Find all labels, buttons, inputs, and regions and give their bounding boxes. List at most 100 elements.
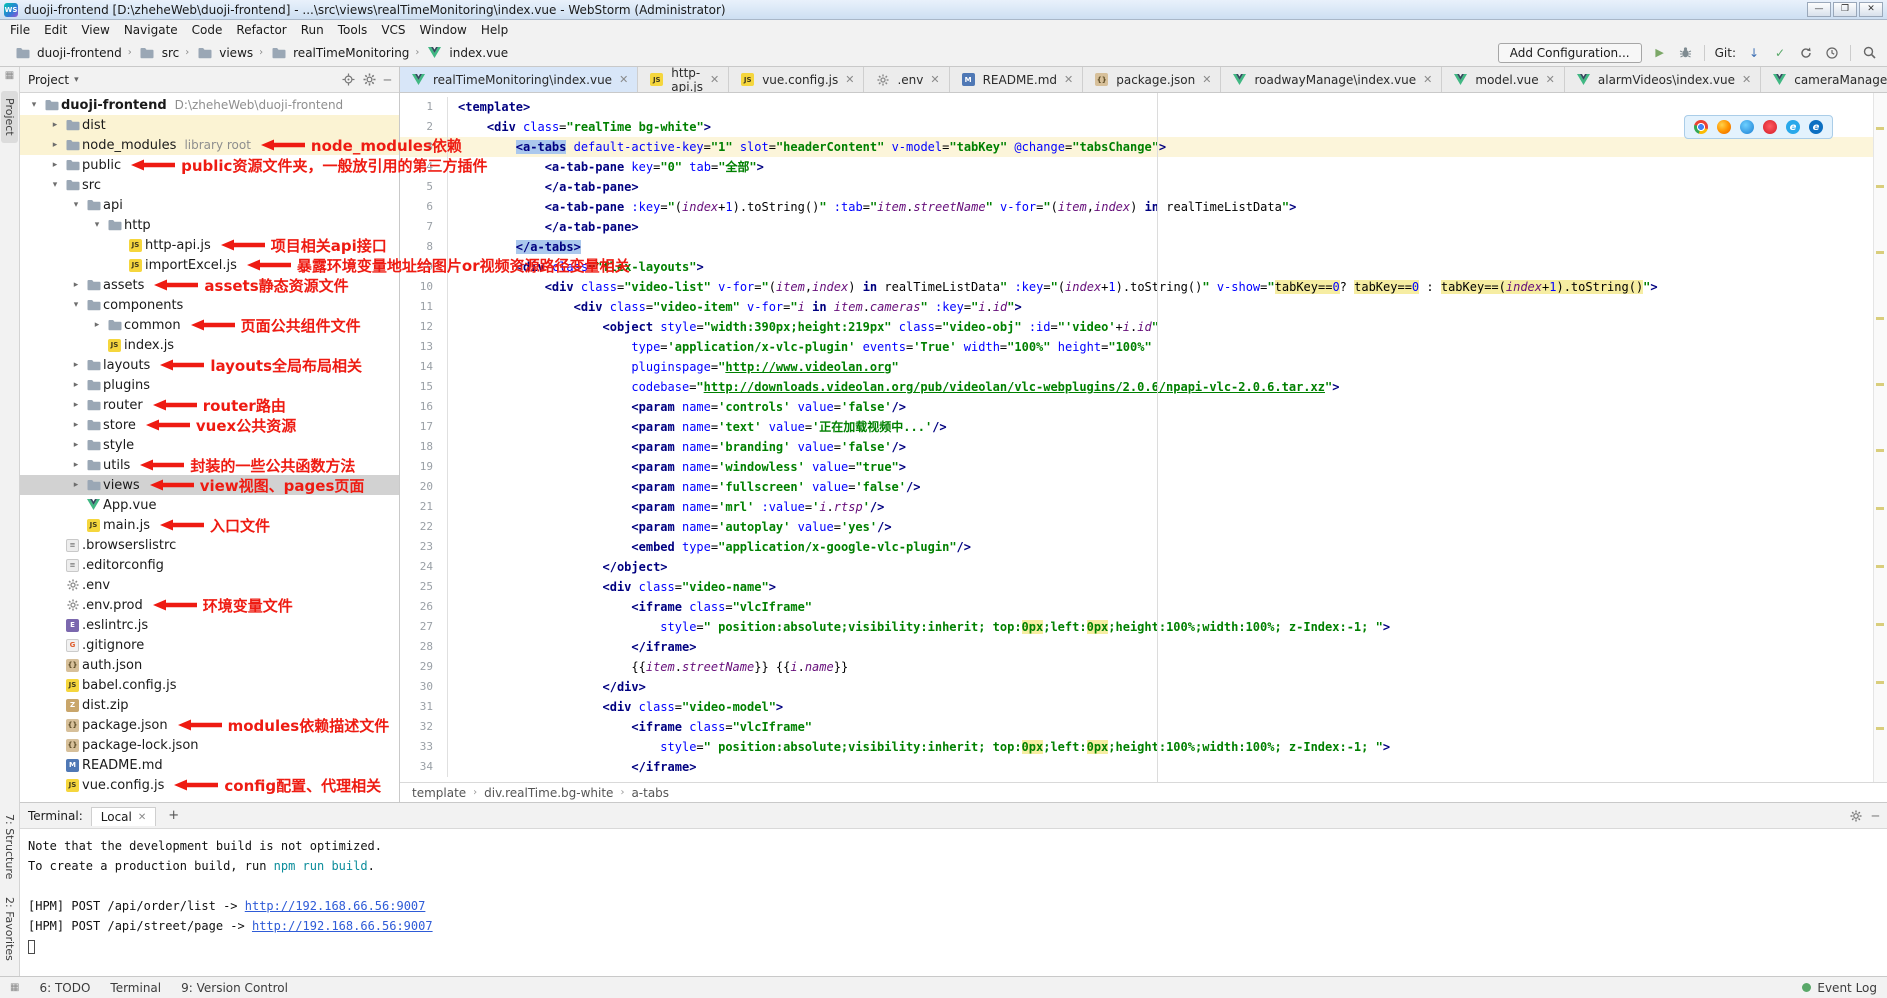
stripe-structure-button[interactable]: 7: Structure — [1, 807, 18, 886]
code-line[interactable]: 20 <param name='fullscreen' value='false… — [400, 477, 1887, 497]
code-line[interactable]: 2 <div class="realTime bg-white"> — [400, 117, 1887, 137]
editor-tab[interactable]: cameraManage\index.vue✕ — [1761, 67, 1887, 92]
menu-help[interactable]: Help — [474, 22, 515, 38]
tree-item-components[interactable]: ▾components — [20, 295, 399, 315]
tree-item-packagejson[interactable]: {}package.jsonmodules依赖描述文件 — [20, 715, 399, 735]
chevron-collapsed-icon[interactable]: ▸ — [68, 280, 84, 290]
tree-item-api[interactable]: ▾api — [20, 195, 399, 215]
stripe-project-button[interactable]: Project — [1, 91, 18, 143]
tree-item-authjson[interactable]: {}auth.json — [20, 655, 399, 675]
close-icon[interactable]: ✕ — [138, 812, 146, 823]
tree-item-babelconfigjs[interactable]: JSbabel.config.js — [20, 675, 399, 695]
code-line[interactable]: 33 style=" position:absolute;visibility:… — [400, 737, 1887, 757]
editor-tab[interactable]: realTimeMonitoring\index.vue✕ — [400, 67, 638, 92]
code-line[interactable]: 30 </div> — [400, 677, 1887, 697]
chevron-expanded-icon[interactable]: ▾ — [26, 100, 42, 110]
tree-item-style[interactable]: ▸style — [20, 435, 399, 455]
chevron-expanded-icon[interactable]: ▾ — [68, 300, 84, 310]
tree-item-gitignore[interactable]: G.gitignore — [20, 635, 399, 655]
tree-item-layouts[interactable]: ▸layoutslayouts全局布局相关 — [20, 355, 399, 375]
tree-item-Appvue[interactable]: App.vue — [20, 495, 399, 515]
chevron-collapsed-icon[interactable]: ▸ — [68, 420, 84, 430]
editor-tab[interactable]: .env✕ — [864, 67, 949, 92]
menu-run[interactable]: Run — [294, 22, 331, 38]
menu-window[interactable]: Window — [413, 22, 474, 38]
edge-browser-icon[interactable]: e — [1809, 120, 1823, 134]
close-tab-icon[interactable]: ✕ — [845, 73, 854, 86]
close-tab-icon[interactable]: ✕ — [930, 73, 939, 86]
code-line[interactable]: 3 <a-tabs default-active-key="1" slot="h… — [400, 137, 1887, 157]
code-line[interactable]: 1<template> — [400, 97, 1887, 117]
close-tab-icon[interactable]: ✕ — [1546, 73, 1555, 86]
tree-item-public[interactable]: ▸publicpublic资源文件夹，一般放引用的第三方插件 — [20, 155, 399, 175]
editor-tab[interactable]: JShttp-api.js✕ — [638, 67, 729, 92]
chevron-collapsed-icon[interactable]: ▸ — [68, 460, 84, 470]
tree-item-assets[interactable]: ▸assetsassets静态资源文件 — [20, 275, 399, 295]
tree-item-node_modules[interactable]: ▸node_moduleslibrary rootnode_modules依赖 — [20, 135, 399, 155]
code-line[interactable]: 7 </a-tab-pane> — [400, 217, 1887, 237]
tool-windows-icon[interactable]: ▦ — [5, 70, 14, 81]
editor-tab[interactable]: model.vue✕ — [1442, 67, 1565, 92]
code-line[interactable]: 26 <iframe class="vlcIframe" — [400, 597, 1887, 617]
tree-item-vueconfigjs[interactable]: JSvue.config.jsconfig配置、代理相关 — [20, 775, 399, 795]
chevron-collapsed-icon[interactable]: ▸ — [47, 160, 63, 170]
hide-panel-icon[interactable]: ─ — [384, 73, 391, 87]
project-panel-title[interactable]: Project — [28, 73, 69, 87]
event-log-area[interactable]: Event Log — [1802, 981, 1877, 995]
status-item-terminal[interactable]: Terminal — [110, 981, 161, 995]
tree-item-dist[interactable]: ▸dist — [20, 115, 399, 135]
chevron-collapsed-icon[interactable]: ▸ — [68, 400, 84, 410]
code-line[interactable]: 6 <a-tab-pane :key="(index+1).toString()… — [400, 197, 1887, 217]
search-everywhere-icon[interactable] — [1861, 45, 1877, 61]
new-terminal-icon[interactable]: + — [164, 808, 183, 823]
settings-gear-icon[interactable] — [363, 73, 376, 86]
tree-item-views[interactable]: ▸viewsview视图、pages页面 — [20, 475, 399, 495]
code-line[interactable]: 11 <div class="video-item" v-for="i in i… — [400, 297, 1887, 317]
code-line[interactable]: 13 type='application/x-vlc-plugin' event… — [400, 337, 1887, 357]
chevron-collapsed-icon[interactable]: ▸ — [47, 120, 63, 130]
chevron-down-icon[interactable]: ▾ — [74, 75, 79, 85]
code-line[interactable]: 29 {{item.streetName}} {{i.name}} — [400, 657, 1887, 677]
code-line[interactable]: 14 pluginspage="http://www.videolan.org" — [400, 357, 1887, 377]
menu-file[interactable]: File — [3, 22, 37, 38]
code-line[interactable]: 18 <param name='branding' value='false'/… — [400, 437, 1887, 457]
editor-tab[interactable]: alarmVideos\index.vue✕ — [1565, 67, 1761, 92]
code-line[interactable]: 5 </a-tab-pane> — [400, 177, 1887, 197]
breadcrumb-item[interactable]: views — [192, 45, 256, 61]
code-line[interactable]: 16 <param name='controls' value='false'/… — [400, 397, 1887, 417]
breadcrumb-node[interactable]: div.realTime.bg-white — [484, 786, 613, 800]
code-line[interactable]: 15 codebase="http://downloads.videolan.o… — [400, 377, 1887, 397]
chevron-collapsed-icon[interactable]: ▸ — [68, 480, 84, 490]
tree-item-distzip[interactable]: Zdist.zip — [20, 695, 399, 715]
menu-vcs[interactable]: VCS — [374, 22, 412, 38]
refresh-icon[interactable] — [1798, 45, 1814, 61]
code-line[interactable]: 25 <div class="video-name"> — [400, 577, 1887, 597]
git-commit-icon[interactable]: ✓ — [1772, 45, 1788, 61]
tree-item-env[interactable]: .env — [20, 575, 399, 595]
firefox-browser-icon[interactable] — [1717, 120, 1731, 134]
chevron-collapsed-icon[interactable]: ▸ — [89, 320, 105, 330]
code-line[interactable]: 31 <div class="video-model"> — [400, 697, 1887, 717]
close-tab-icon[interactable]: ✕ — [1742, 73, 1751, 86]
code-line[interactable]: 21 <param name='mrl' :value='i.rtsp'/> — [400, 497, 1887, 517]
breadcrumb-node[interactable]: template — [412, 786, 466, 800]
code-line[interactable]: 32 <iframe class="vlcIframe" — [400, 717, 1887, 737]
ie-browser-icon[interactable]: e — [1786, 120, 1800, 134]
breadcrumb-item[interactable]: realTimeMonitoring — [266, 45, 412, 61]
menu-tools[interactable]: Tools — [331, 22, 375, 38]
code-line[interactable]: 23 <embed type="application/x-google-vlc… — [400, 537, 1887, 557]
chevron-expanded-icon[interactable]: ▾ — [68, 200, 84, 210]
menu-view[interactable]: View — [74, 22, 116, 38]
tree-item-package-lockjson[interactable]: {}package-lock.json — [20, 735, 399, 755]
code-line[interactable]: 34 </iframe> — [400, 757, 1887, 777]
status-item-9-version-control[interactable]: 9: Version Control — [181, 981, 288, 995]
terminal-settings-icon[interactable] — [1850, 810, 1862, 822]
close-tab-icon[interactable]: ✕ — [619, 73, 628, 86]
add-configuration-button[interactable]: Add Configuration... — [1498, 43, 1642, 63]
debug-icon[interactable] — [1678, 45, 1694, 61]
git-update-icon[interactable]: ↓ — [1746, 45, 1762, 61]
code-line[interactable]: 24 </object> — [400, 557, 1887, 577]
code-line[interactable]: 19 <param name='windowless' value="true"… — [400, 457, 1887, 477]
breadcrumb-item[interactable]: index.vue — [422, 45, 511, 61]
stripe-favorites-button[interactable]: 2: Favorites — [1, 890, 18, 968]
